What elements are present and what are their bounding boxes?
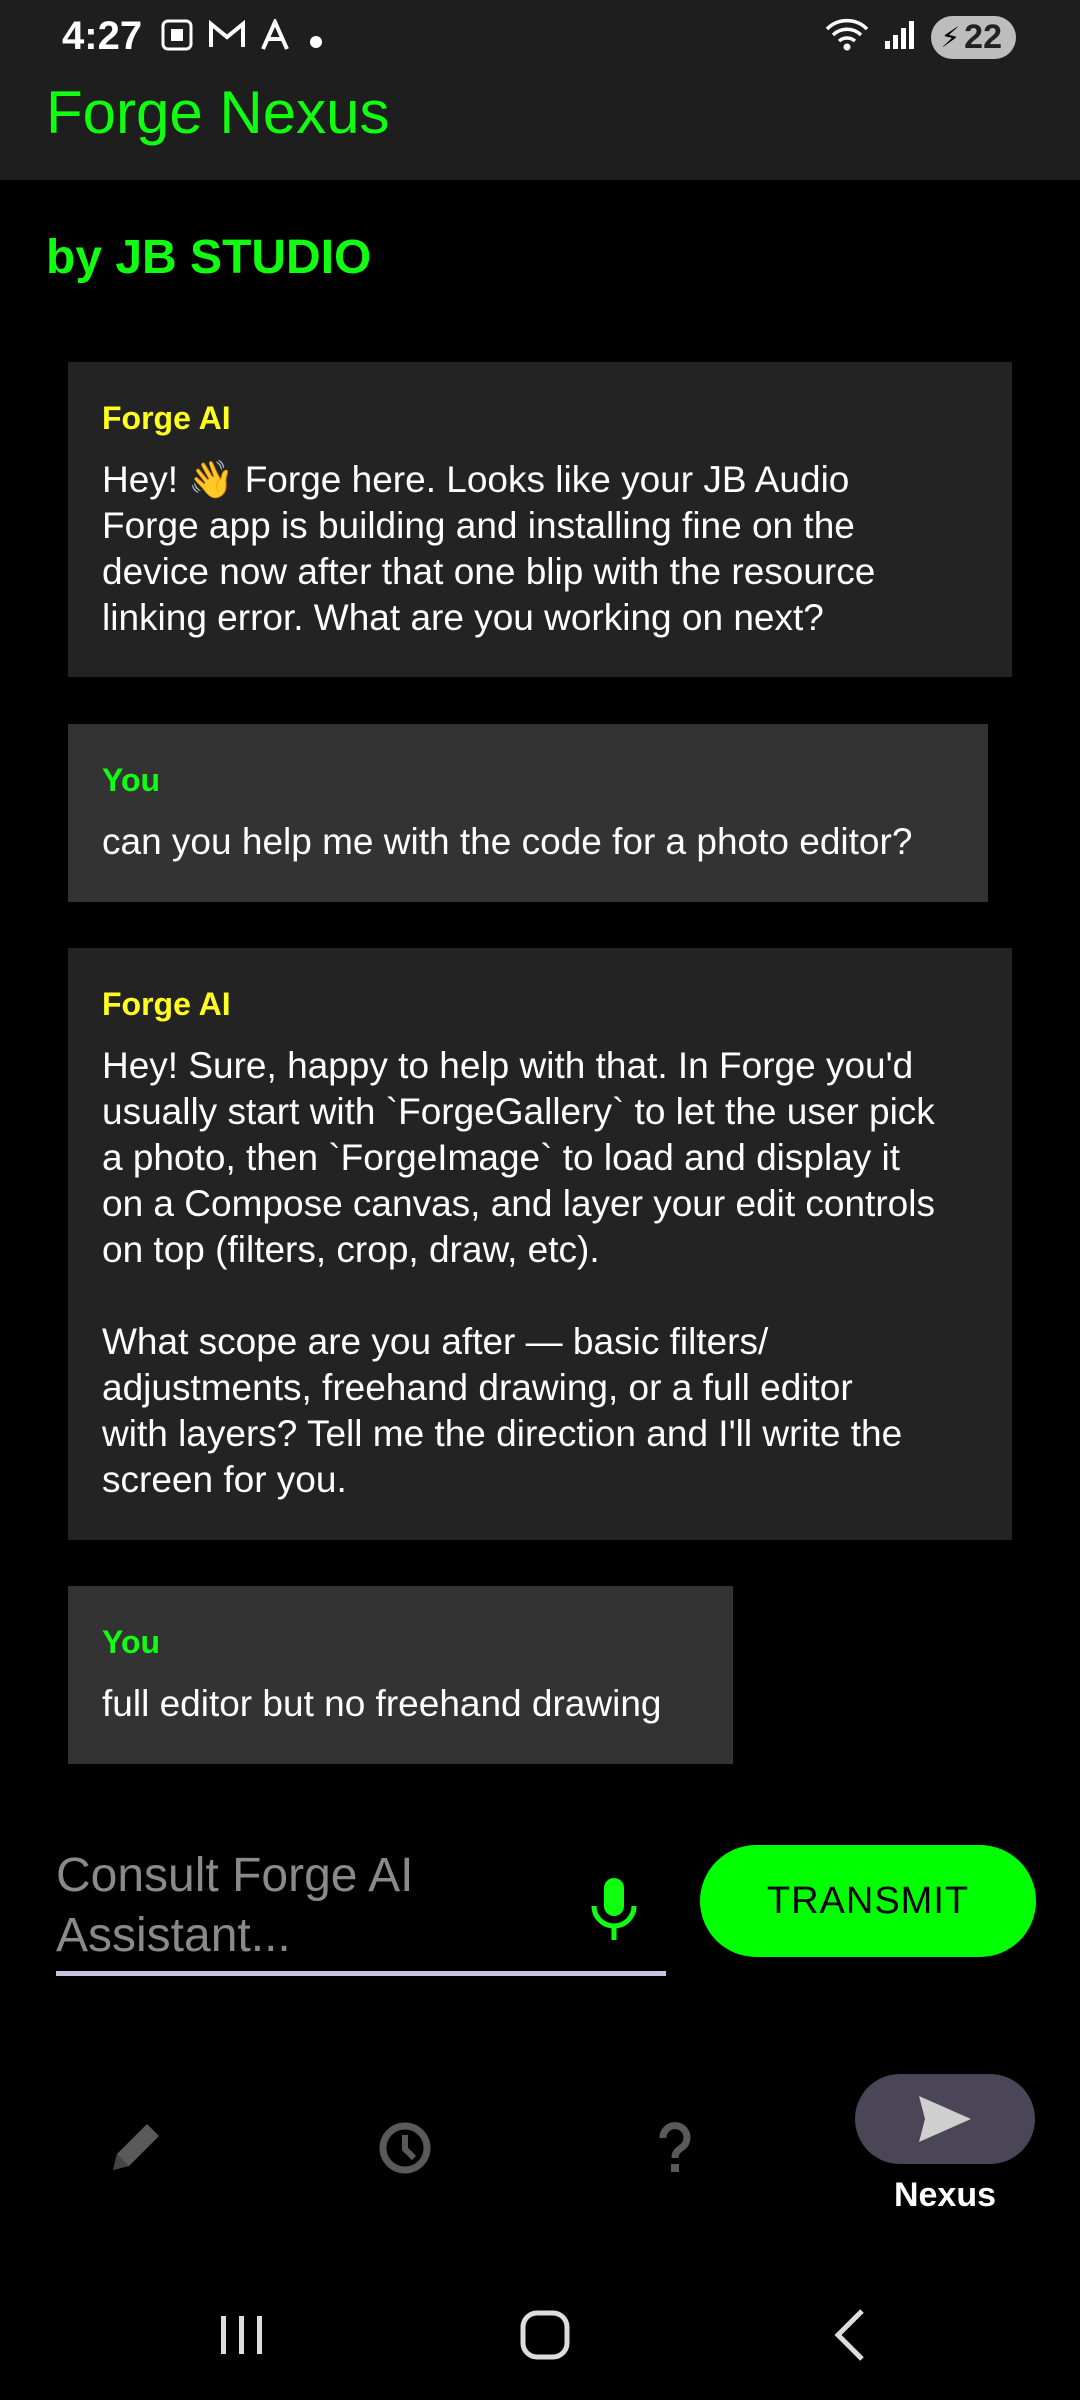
nav-label-nexus: Nexus xyxy=(893,2176,997,2214)
message-sender: You xyxy=(102,762,161,798)
message-text: Hey! 👋 Forge here. Looks like your JB Au… xyxy=(102,459,876,638)
chat-message-ai: Forge AI Hey! Sure, happy to help with t… xyxy=(68,948,1012,1540)
status-time: 4:27 xyxy=(62,14,143,58)
message-input[interactable]: Consult Forge AI Assistant... xyxy=(56,1838,666,1976)
nav-item-history[interactable] xyxy=(315,2060,495,2230)
font-icon xyxy=(260,17,294,59)
status-notification-icons xyxy=(160,17,324,60)
battery-indicator: ⚡ 22 xyxy=(930,16,1016,59)
nav-item-help[interactable] xyxy=(585,2060,765,2230)
input-placeholder: Consult Forge AI Assistant... xyxy=(56,1849,414,1962)
message-text: can you help me with the code for a phot… xyxy=(102,821,913,862)
app-title: Forge Nexus xyxy=(46,79,390,146)
help-icon xyxy=(645,2118,705,2183)
message-text: Hey! Sure, happy to help with that. In F… xyxy=(102,1045,935,1500)
nav-item-nexus[interactable] xyxy=(855,2074,1035,2164)
battery-level: 22 xyxy=(964,18,1002,56)
home-button[interactable] xyxy=(485,2300,605,2370)
pencil-icon xyxy=(105,2118,165,2183)
status-right: ⚡ 22 xyxy=(825,16,1016,59)
recent-apps-button[interactable] xyxy=(182,2300,302,2370)
back-button[interactable] xyxy=(790,2300,910,2370)
chat-message-user: You full editor but no freehand drawing xyxy=(68,1586,733,1764)
input-underline xyxy=(56,1971,666,1976)
message-sender: Forge AI xyxy=(102,986,231,1022)
message-text: full editor but no freehand drawing xyxy=(102,1683,662,1724)
app-bar: Forge Nexus xyxy=(0,78,1080,180)
system-navigation-bar xyxy=(0,2280,1080,2390)
dot-icon xyxy=(308,21,324,58)
mic-icon[interactable] xyxy=(584,1870,644,1950)
charging-icon: ⚡ xyxy=(940,22,961,53)
chat-message-ai: Forge AI Hey! 👋 Forge here. Looks like y… xyxy=(68,362,1012,677)
send-icon xyxy=(915,2092,975,2151)
signal-icon xyxy=(883,19,917,56)
status-bar: 4:27 ⚡ 22 xyxy=(0,0,1080,78)
bottom-navigation: Nexus xyxy=(0,2060,1080,2230)
gmail-icon xyxy=(208,19,246,58)
message-sender: Forge AI xyxy=(102,400,231,436)
chat-message-user: You can you help me with the code for a … xyxy=(68,724,988,902)
wifi-icon xyxy=(825,17,869,58)
screenshot-icon xyxy=(160,18,194,60)
app-subtitle: by JB STUDIO xyxy=(46,231,372,284)
transmit-button[interactable]: TRANSMIT xyxy=(700,1845,1036,1957)
history-icon xyxy=(375,2118,435,2183)
nav-item-edit[interactable] xyxy=(45,2060,225,2230)
message-sender: You xyxy=(102,1624,161,1660)
